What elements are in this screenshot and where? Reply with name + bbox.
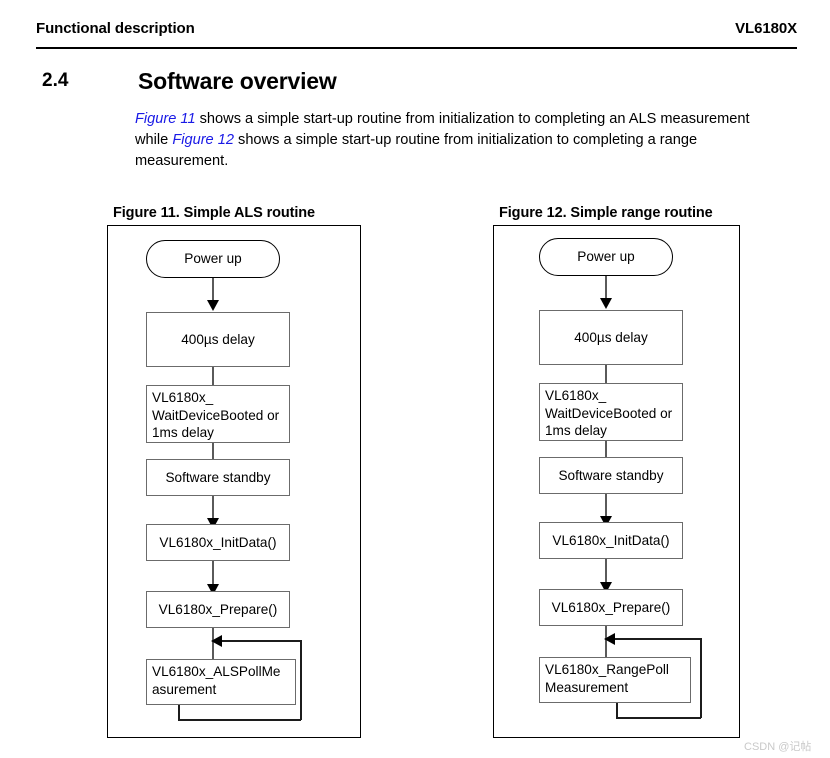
- flow-node-delay-label: 400µs delay: [574, 329, 648, 345]
- figure-11-frame: Power up 400µs delay VL6180x_ WaitDevice…: [107, 225, 361, 738]
- flow-node-wait-device-booted[interactable]: VL6180x_ WaitDeviceBooted or 1ms delay: [146, 385, 290, 443]
- arrowhead-loop-return: [604, 633, 615, 645]
- section-number: 2.4: [42, 70, 69, 91]
- flow-node-init-data[interactable]: VL6180x_InitData(): [539, 522, 683, 559]
- loop-segment-bottom: [178, 719, 301, 721]
- figure-11-caption: Figure 11. Simple ALS routine: [113, 205, 316, 221]
- figure-11-link[interactable]: Figure 11: [135, 111, 196, 127]
- flow-node-delay[interactable]: 400µs delay: [146, 312, 290, 367]
- flow-node-delay-label: 400µs delay: [181, 331, 255, 347]
- flow-node-poll-measurement[interactable]: VL6180x_ALSPollMe asurement: [146, 659, 296, 705]
- flow-node-prepare-label: VL6180x_Prepare(): [158, 601, 278, 617]
- arrowhead-start-to-delay: [600, 298, 612, 309]
- flow-node-software-standby-label: Software standby: [165, 469, 271, 485]
- figure-12-caption: Figure 12. Simple range routine: [499, 205, 713, 221]
- flow-node-wait-device-booted-label: VL6180x_ WaitDeviceBooted or 1ms delay: [152, 390, 280, 440]
- loop-segment-top: [220, 640, 301, 642]
- flow-node-wait-device-booted-label: VL6180x_ WaitDeviceBooted or 1ms delay: [545, 388, 673, 438]
- flow-node-software-standby[interactable]: Software standby: [539, 457, 683, 494]
- flow-node-init-data-label: VL6180x_InitData(): [552, 532, 670, 548]
- arrowhead-start-to-delay: [207, 300, 219, 311]
- figure-12-link[interactable]: Figure 12: [172, 132, 234, 148]
- flow-node-power-up-label: Power up: [577, 249, 635, 265]
- page-title: Software overview: [138, 68, 337, 94]
- loop-segment-top: [613, 638, 701, 640]
- flow-node-poll-measurement-label: VL6180x_ALSPollMe asurement: [152, 664, 281, 697]
- figure-12: Figure 12. Simple range routine Power up…: [493, 205, 740, 738]
- flow-node-power-up[interactable]: Power up: [146, 240, 280, 278]
- header-divider: [36, 47, 797, 49]
- watermark: CSDN @记帖: [744, 741, 812, 753]
- flow-node-wait-device-booted[interactable]: VL6180x_ WaitDeviceBooted or 1ms delay: [539, 383, 683, 441]
- loop-segment-right: [300, 640, 302, 720]
- flow-node-delay[interactable]: 400µs delay: [539, 310, 683, 365]
- flow-node-prepare-label: VL6180x_Prepare(): [551, 599, 671, 615]
- flow-node-power-up[interactable]: Power up: [539, 238, 673, 276]
- figure-12-frame: Power up 400µs delay VL6180x_ WaitDevice…: [493, 225, 740, 738]
- flow-node-init-data-label: VL6180x_InitData(): [159, 534, 277, 550]
- flow-node-prepare[interactable]: VL6180x_Prepare(): [146, 591, 290, 628]
- header-chapter-title: Functional description: [36, 20, 195, 37]
- figure-11: Figure 11. Simple ALS routine Power up 4…: [107, 205, 361, 738]
- flow-node-prepare[interactable]: VL6180x_Prepare(): [539, 589, 683, 626]
- flow-node-poll-measurement-label: VL6180x_RangePoll Measurement: [545, 662, 669, 695]
- loop-segment-bottom: [616, 717, 701, 719]
- flow-node-software-standby[interactable]: Software standby: [146, 459, 290, 496]
- flow-node-init-data[interactable]: VL6180x_InitData(): [146, 524, 290, 561]
- flow-node-software-standby-label: Software standby: [558, 467, 664, 483]
- page-header: Functional description VL6180X: [36, 20, 797, 50]
- arrowhead-loop-return: [211, 635, 222, 647]
- flow-node-poll-measurement[interactable]: VL6180x_RangePoll Measurement: [539, 657, 691, 703]
- flow-node-power-up-label: Power up: [184, 251, 242, 267]
- body-paragraph: Figure 11 shows a simple start-up routin…: [135, 109, 751, 172]
- loop-segment-right: [700, 638, 702, 718]
- header-product-name: VL6180X: [735, 20, 797, 37]
